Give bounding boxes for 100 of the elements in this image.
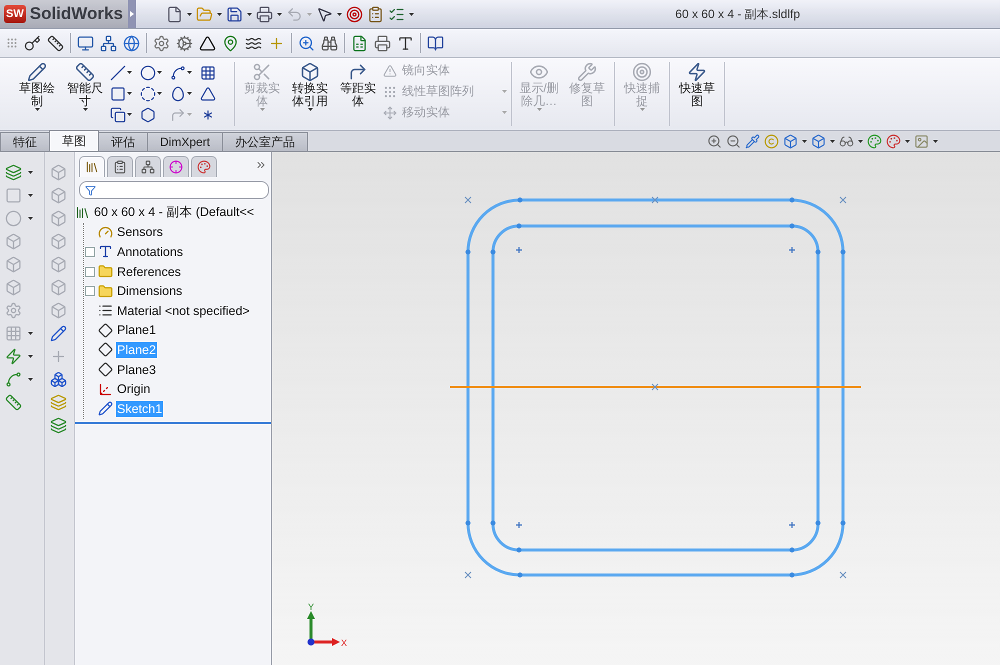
tree-item[interactable]: Dimensions: [116, 283, 184, 300]
caret-icon[interactable]: [905, 140, 910, 143]
clipboard-icon[interactable]: [367, 6, 384, 22]
panel-tab[interactable]: [107, 156, 133, 177]
caret-icon[interactable]: [830, 140, 835, 143]
select-pointer-icon[interactable]: [316, 6, 333, 22]
caret-icon[interactable]: [127, 113, 132, 116]
layers-icon[interactable]: [50, 417, 67, 434]
caret-icon[interactable]: [127, 92, 132, 95]
caret-icon[interactable]: [28, 332, 33, 335]
caret-icon[interactable]: [802, 140, 807, 143]
sketch-point: [840, 520, 846, 526]
sketch-pencil-icon[interactable]: [50, 325, 67, 342]
panel-tab[interactable]: [163, 156, 189, 177]
arc-icon[interactable]: [140, 86, 156, 102]
measure-icon[interactable]: [5, 394, 22, 411]
dot-grid-icon: [383, 84, 397, 98]
tree-item[interactable]: Origin: [116, 381, 152, 398]
cube-icon: [300, 62, 320, 82]
printer-icon[interactable]: [374, 34, 391, 52]
panel-tab[interactable]: [191, 156, 217, 177]
printer-icon[interactable]: [256, 6, 273, 22]
caret-icon[interactable]: [157, 71, 162, 74]
caret-icon[interactable]: [157, 92, 162, 95]
help-book-icon[interactable]: [427, 34, 444, 52]
caret-icon[interactable]: [337, 12, 342, 16]
expand-toggle[interactable]: [85, 266, 95, 277]
caret-icon[interactable]: [308, 108, 312, 111]
caret-icon[interactable]: [217, 12, 222, 16]
caret-icon[interactable]: [187, 12, 192, 16]
folder-icon: [98, 284, 113, 299]
ribbon-command-button[interactable]: 智能尺寸: [62, 62, 108, 126]
caret-icon[interactable]: [127, 71, 132, 74]
ribbon-command-button[interactable]: 转换实体引用: [287, 62, 333, 126]
ribbon-command-button[interactable]: 等距实体: [335, 62, 381, 126]
polygon-icon[interactable]: [140, 106, 156, 122]
caret-icon[interactable]: [28, 217, 33, 220]
trim-icon: [252, 62, 272, 82]
spline-icon[interactable]: [170, 64, 186, 80]
caret-icon[interactable]: [28, 378, 33, 381]
tree-item[interactable]: References: [116, 264, 182, 280]
caret-icon[interactable]: [28, 355, 33, 358]
sketch-point: [515, 521, 523, 529]
caret-icon[interactable]: [247, 12, 252, 16]
filter-field[interactable]: [79, 181, 269, 199]
ribbon-tab[interactable]: 草图: [49, 130, 99, 151]
ribbon-tab[interactable]: 评估: [98, 132, 148, 151]
monitor-icon[interactable]: [77, 34, 94, 52]
cog-icon[interactable]: [176, 34, 193, 52]
tree-item[interactable]: Plane1: [116, 322, 157, 338]
save-icon[interactable]: [226, 6, 243, 22]
folder-icon: [98, 264, 113, 280]
rectangle-icon[interactable]: [110, 86, 126, 102]
x-axis-arrow: [311, 638, 340, 646]
caret-icon[interactable]: [187, 71, 192, 74]
key-icon[interactable]: [24, 34, 41, 52]
gear-icon[interactable]: [153, 34, 170, 52]
menu-expander[interactable]: [128, 0, 136, 28]
sketch-point: [516, 224, 522, 228]
caret-icon[interactable]: [933, 140, 938, 143]
network-icon[interactable]: [100, 34, 117, 52]
caret-icon[interactable]: [82, 108, 88, 111]
tree-item[interactable]: Sensors: [116, 224, 164, 240]
caret-icon[interactable]: [409, 12, 414, 16]
tree-item[interactable]: Material <not specified>: [116, 302, 251, 319]
tree-root[interactable]: 60 x 60 x 4 - 副本 (Default<<: [93, 203, 256, 222]
expand-toggle[interactable]: [85, 246, 95, 257]
grid-icon[interactable]: [200, 64, 216, 80]
circle-icon[interactable]: [140, 64, 156, 80]
globe-icon[interactable]: [123, 34, 140, 52]
ribbon-command-button[interactable]: 草图绘制: [14, 62, 60, 126]
pin-icon[interactable]: [222, 34, 239, 52]
sketch-point: [840, 250, 846, 254]
caret-icon[interactable]: [28, 194, 33, 197]
spreadsheet-icon[interactable]: [351, 34, 368, 52]
expand-toggle[interactable]: [85, 286, 95, 296]
caret-icon[interactable]: [28, 171, 33, 174]
tree-item[interactable]: Plane3: [116, 362, 157, 378]
expand-icon[interactable]: [255, 159, 267, 171]
curve-icon[interactable]: [5, 371, 22, 388]
tree-item[interactable]: Annotations: [116, 244, 184, 260]
binoculars-icon[interactable]: [321, 34, 338, 52]
sketch-point: [652, 196, 658, 204]
ribbon-tab[interactable]: DimXpert: [147, 132, 224, 151]
ribbon-tab[interactable]: 办公室产品: [222, 132, 308, 151]
caret-icon[interactable]: [187, 92, 192, 95]
caret-icon[interactable]: [277, 12, 282, 16]
angle-ruler-icon[interactable]: [47, 34, 64, 52]
panel-tab[interactable]: [79, 156, 105, 177]
panel-tab[interactable]: [135, 156, 161, 177]
ribbon-command-button[interactable]: 快速草图: [674, 62, 720, 126]
caret-icon[interactable]: [858, 140, 863, 143]
ribbon-tab[interactable]: 特征: [0, 132, 50, 151]
rollback-bar[interactable]: [75, 422, 271, 424]
new-file-icon[interactable]: [166, 6, 183, 22]
line-icon[interactable]: [110, 64, 126, 80]
caret-icon[interactable]: [34, 108, 40, 111]
sensor-icon: [98, 224, 113, 240]
zoom-icon[interactable]: [298, 34, 315, 52]
wrench-icon: [577, 62, 597, 82]
